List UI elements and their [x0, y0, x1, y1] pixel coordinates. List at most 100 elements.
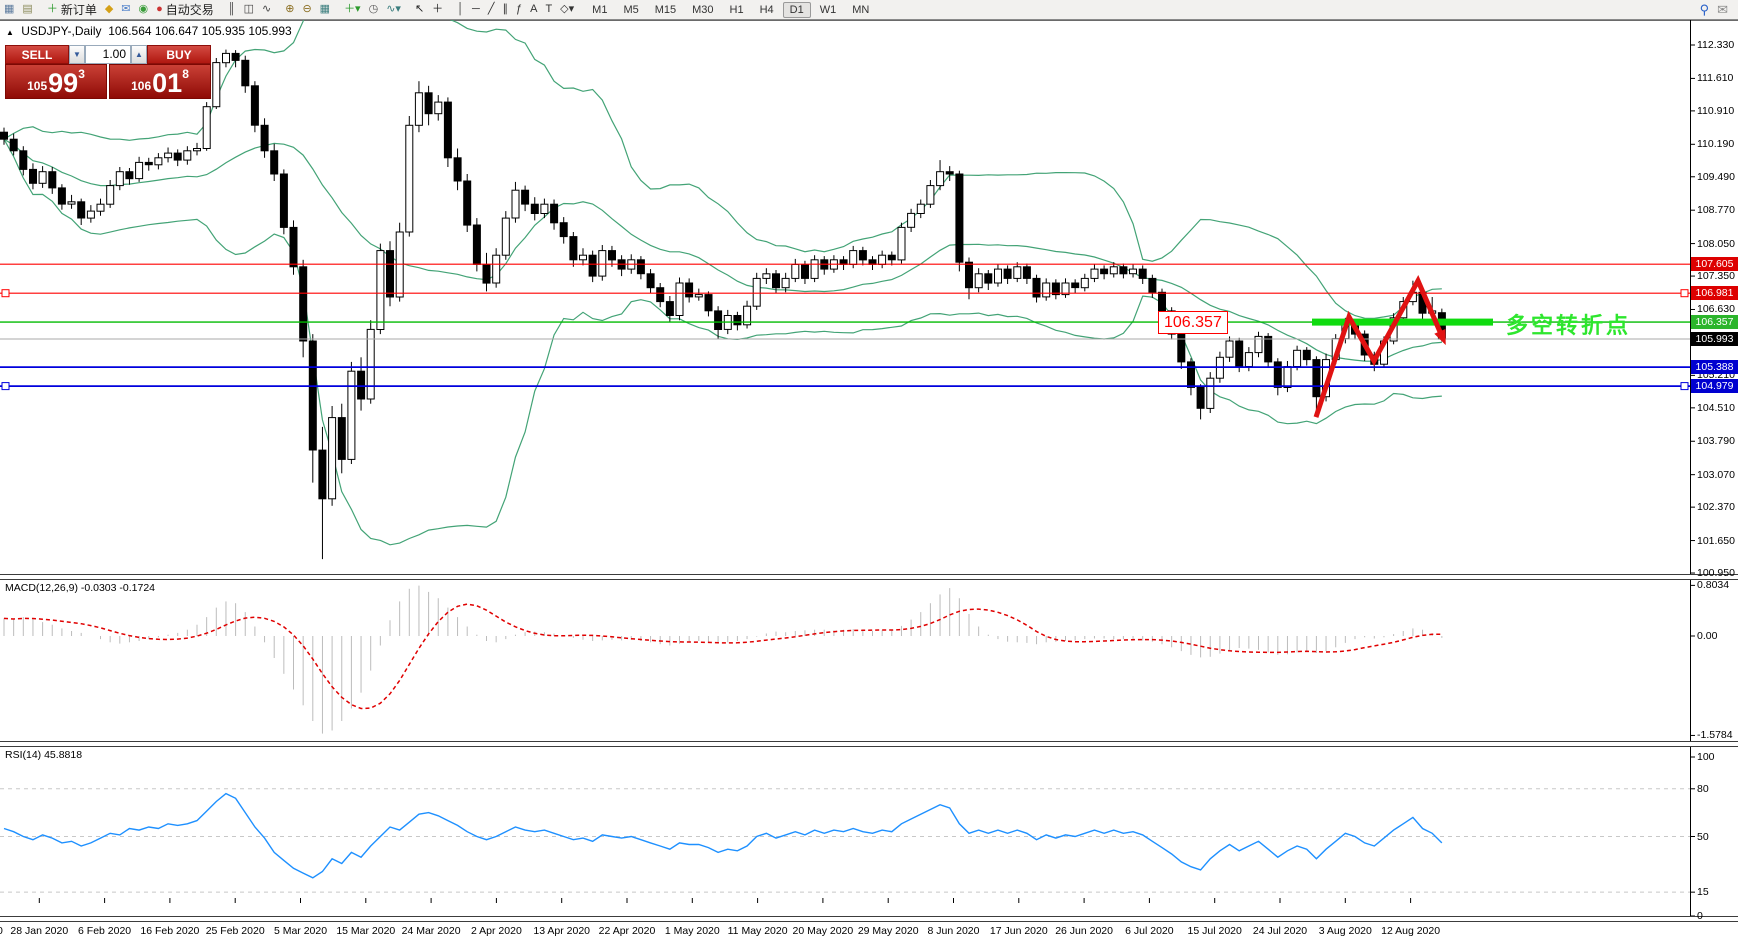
bar-chart-icon[interactable]: ║: [224, 1, 240, 18]
buy-button[interactable]: BUY: [147, 45, 211, 64]
date-tick: 16 Feb 2020: [140, 925, 199, 937]
volume-up-button[interactable]: ▲: [131, 45, 147, 64]
price-tick: 110.910: [1697, 105, 1734, 117]
price-badge-105.388: 105.388: [1691, 360, 1738, 374]
timeframe-toolbar: M1M5M15M30H1H4D1W1MN: [584, 2, 877, 18]
price-badge-106.357: 106.357: [1691, 315, 1738, 329]
history-center-icon: ◆: [105, 1, 113, 18]
timeframe-mn-button[interactable]: MN: [845, 2, 876, 18]
price-badge-106.981: 106.981: [1691, 286, 1738, 300]
tile-windows-icon[interactable]: ▦: [316, 1, 334, 18]
zoom-out-icon[interactable]: ⊖: [298, 1, 315, 18]
date-tick: 15 Jul 2020: [1188, 925, 1242, 937]
macd-tick: 0.8034: [1697, 579, 1729, 591]
trendline-icon[interactable]: ╱: [484, 1, 499, 18]
mailbox-icon[interactable]: ✉: [117, 1, 134, 18]
macd-pane-splitter[interactable]: [0, 574, 1738, 580]
price-tick: 108.770: [1697, 204, 1735, 216]
add-indicator-icon: ＋▾: [344, 1, 361, 18]
date-tick: 1 May 2020: [665, 925, 720, 937]
price-tag-106357[interactable]: 106.357: [1158, 311, 1228, 334]
zoom-in-icon[interactable]: ⊕: [281, 1, 298, 18]
timeframe-h1-button[interactable]: H1: [723, 2, 751, 18]
timeframe-m15-button[interactable]: M15: [648, 2, 683, 18]
horizontal-line-icon[interactable]: ─: [468, 1, 484, 18]
symbol-period-label: USDJPY-,Daily: [21, 24, 101, 38]
date-tick: 17 Jun 2020: [990, 925, 1048, 937]
cursor-icon[interactable]: ↖: [411, 1, 428, 18]
sell-price-display[interactable]: 105 99 3: [5, 64, 107, 99]
date-tick: 29 May 2020: [858, 925, 919, 937]
vertical-line-icon: │: [457, 1, 464, 18]
sell-price-big: 99: [48, 70, 78, 96]
auto-trading-button[interactable]: ●自动交易: [152, 1, 218, 18]
vertical-line-icon[interactable]: │: [453, 1, 468, 18]
date-tick: 25 Feb 2020: [206, 925, 265, 937]
buy-price-pip: 8: [182, 67, 189, 81]
toolbar-items: ▦▤＋新订单◆✉◉●自动交易║◫∿⊕⊖▦＋▾◷∿▾↖＋│─╱∥ƒAT◇▾: [0, 1, 584, 18]
add-indicator-icon[interactable]: ＋▾: [340, 1, 365, 18]
date-tick: 6 Jul 2020: [1125, 925, 1173, 937]
new-order-label: 新订单: [61, 1, 97, 18]
fibonacci-icon[interactable]: ƒ: [512, 1, 526, 18]
text-label-icon[interactable]: T: [541, 1, 556, 18]
date-tick: 5 Mar 2020: [274, 925, 327, 937]
volume-input[interactable]: 1.00: [85, 45, 131, 64]
channel-icon[interactable]: ∥: [498, 1, 512, 18]
timeframe-h4-button[interactable]: H4: [753, 2, 781, 18]
new-order-button[interactable]: ＋新订单: [43, 1, 101, 18]
price-axis-line: [1690, 20, 1691, 918]
rsi-label: RSI(14) 45.8818: [5, 749, 82, 761]
price-badge-107.605: 107.605: [1691, 257, 1738, 271]
rsi-pane-splitter[interactable]: [0, 741, 1738, 747]
chart-title: ▲ USDJPY-,Daily 106.564 106.647 105.935 …: [6, 24, 292, 38]
buy-price-display[interactable]: 106 01 8: [109, 64, 211, 99]
date-tick: 13 Apr 2020: [533, 925, 590, 937]
cn-annotation[interactable]: 多空转折点: [1506, 308, 1631, 340]
timeframe-m30-button[interactable]: M30: [685, 2, 720, 18]
date-tick: 11 May 2020: [728, 925, 788, 937]
text-label-icon: T: [545, 1, 552, 18]
crosshair-icon[interactable]: ＋: [428, 1, 447, 18]
market-news-icon[interactable]: ◉: [135, 1, 153, 18]
timeframe-m5-button[interactable]: M5: [616, 2, 645, 18]
price-tick: 103.070: [1697, 469, 1735, 481]
line-chart-icon[interactable]: ∿: [258, 1, 275, 18]
date-tick: 24 Jul 2020: [1253, 925, 1307, 937]
volume-down-button[interactable]: ▼: [69, 45, 85, 64]
price-tick: 111.610: [1697, 72, 1733, 84]
date-tick: 19 Jan 2020: [0, 925, 3, 937]
history-center-icon[interactable]: ◆: [101, 1, 117, 18]
crosshair-icon: ＋: [432, 1, 443, 18]
rsi-tick: 15: [1697, 886, 1709, 898]
timeframe-m1-button[interactable]: M1: [585, 2, 614, 18]
templates-icon[interactable]: ∿▾: [382, 1, 405, 18]
text-icon[interactable]: A: [526, 1, 541, 18]
mailbox-icon: ✉: [121, 1, 130, 18]
trendline-icon: ╱: [488, 1, 495, 18]
market-news-icon: ◉: [139, 1, 149, 18]
timeframe-d1-button[interactable]: D1: [783, 2, 811, 18]
date-tick: 8 Jun 2020: [928, 925, 980, 937]
price-tick: 106.630: [1697, 303, 1735, 315]
new-chart-icon[interactable]: ▦: [0, 1, 18, 18]
period-clock-icon[interactable]: ◷: [365, 1, 383, 18]
profiles-icon[interactable]: ▤: [18, 1, 36, 18]
buy-price-big: 01: [152, 70, 182, 96]
search-icon[interactable]: ⚲: [1696, 1, 1714, 18]
price-tick: 104.510: [1697, 402, 1735, 414]
price-badge-104.979: 104.979: [1691, 379, 1738, 393]
toolbar: ▦▤＋新订单◆✉◉●自动交易║◫∿⊕⊖▦＋▾◷∿▾↖＋│─╱∥ƒAT◇▾ M1M…: [0, 0, 1738, 20]
rsi-tick: 50: [1697, 831, 1709, 843]
sell-button[interactable]: SELL: [5, 45, 69, 64]
candle-chart-icon[interactable]: ◫: [240, 1, 258, 18]
expand-icon[interactable]: ▲: [6, 28, 14, 37]
line-chart-icon: ∿: [262, 1, 271, 18]
timeframe-w1-button[interactable]: W1: [813, 2, 844, 18]
shapes-icon[interactable]: ◇▾: [556, 1, 578, 18]
chat-icon[interactable]: ✉: [1713, 1, 1732, 18]
price-badge-105.993: 105.993: [1691, 332, 1738, 346]
period-clock-icon: ◷: [369, 1, 379, 18]
date-tick: 28 Jan 2020: [10, 925, 68, 937]
macd-tick: 0.00: [1697, 630, 1717, 642]
